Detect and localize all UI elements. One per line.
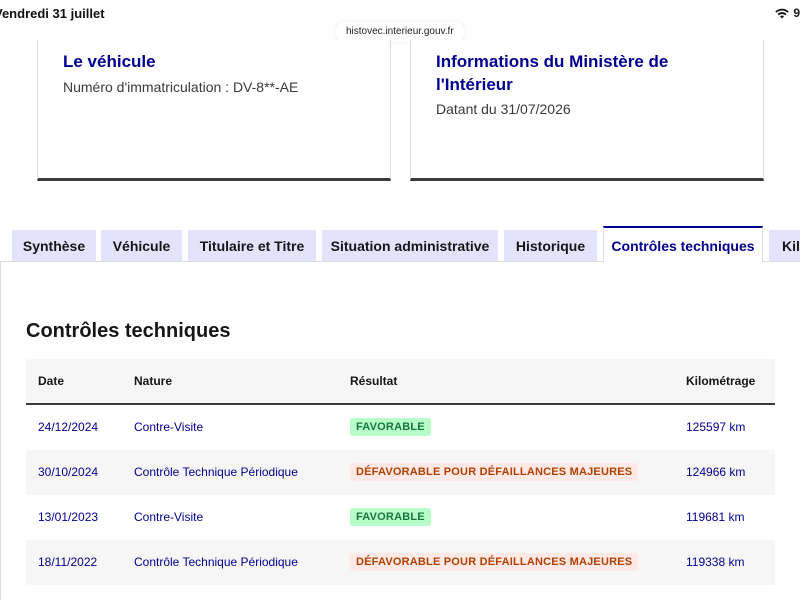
- wifi-icon: [775, 8, 790, 18]
- table-row: 18/11/2022 Contrôle Technique Périodique…: [26, 540, 775, 585]
- controles-table: Date Nature Résultat Kilométrage 24/12/2…: [26, 359, 775, 600]
- table-row: 24/12/2024 Contre-Visite FAVORABLE 12559…: [26, 405, 775, 450]
- header-nature: Nature: [134, 374, 173, 388]
- tab-kilometrage[interactable]: Kil: [769, 230, 800, 261]
- status-badge: FAVORABLE: [350, 418, 431, 436]
- table-row: 30/10/2024 Contrôle Technique Périodique…: [26, 450, 775, 495]
- header-result: Résultat: [350, 374, 398, 388]
- row-result: DÉFAVORABLE POUR DÉFAILLANCES MAJEURES: [350, 463, 639, 481]
- row-km: 119338 km: [686, 555, 745, 569]
- status-badge: DÉFAVORABLE POUR DÉFAILLANCES MAJEURES: [350, 553, 639, 571]
- table-row: 13/01/2023 Contre-Visite FAVORABLE 11968…: [26, 495, 775, 540]
- row-nature: Contrôle Technique Périodique: [134, 555, 298, 569]
- vehicle-card-title[interactable]: Le véhicule: [63, 50, 156, 73]
- table-header: Date Nature Résultat Kilométrage: [26, 359, 775, 405]
- row-result: FAVORABLE: [350, 508, 431, 526]
- ministry-card-date: Datant du 31/07/2026: [436, 101, 571, 117]
- row-date: 18/11/2022: [38, 555, 98, 569]
- tab-list: Synthèse Véhicule Titulaire et Titre Sit…: [0, 226, 800, 263]
- section-title: Contrôles techniques: [26, 320, 231, 342]
- status-date: Vendredi 31 juillet: [0, 6, 105, 21]
- ministry-card-title[interactable]: Informations du Ministère de l'Intérieur: [436, 50, 696, 96]
- row-km: 119681 km: [686, 510, 745, 524]
- row-km: 124966 km: [686, 465, 746, 479]
- ministry-card[interactable]: Informations du Ministère de l'Intérieur…: [410, 40, 764, 181]
- tab-vehicule[interactable]: Véhicule: [101, 230, 182, 261]
- row-date: 13/01/2023: [38, 510, 99, 524]
- row-nature: Contrôle Technique Périodique: [134, 465, 298, 479]
- address-bar[interactable]: histovec.interieur.gouv.fr: [336, 22, 464, 42]
- registration-number: Numéro d'immatriculation : DV-8**-AE: [63, 79, 299, 95]
- row-nature: Contre-Visite: [134, 510, 204, 524]
- row-result: DÉFAVORABLE POUR DÉFAILLANCES MAJEURES: [350, 553, 639, 571]
- header-km: Kilométrage: [686, 374, 756, 388]
- row-date: 30/10/2024: [38, 465, 99, 479]
- tab-situation-administrative[interactable]: Situation administrative: [322, 230, 498, 261]
- row-result: FAVORABLE: [350, 418, 431, 436]
- tab-titulaire-titre[interactable]: Titulaire et Titre: [188, 230, 316, 261]
- table-row-partial: [26, 585, 775, 600]
- status-badge: DÉFAVORABLE POUR DÉFAILLANCES MAJEURES: [350, 463, 639, 481]
- tab-historique[interactable]: Historique: [504, 230, 597, 261]
- tab-controles-techniques[interactable]: Contrôles techniques: [603, 226, 763, 263]
- vehicle-card[interactable]: Le véhicule Numéro d'immatriculation : D…: [37, 40, 391, 181]
- battery-percent: 9: [793, 6, 800, 20]
- row-date: 24/12/2024: [38, 420, 99, 434]
- tab-synthese[interactable]: Synthèse: [12, 230, 96, 261]
- row-nature: Contre-Visite: [134, 420, 204, 434]
- status-indicators: 9: [775, 6, 800, 20]
- row-km: 125597 km: [686, 420, 746, 434]
- header-date: Date: [38, 374, 65, 388]
- status-badge: FAVORABLE: [350, 508, 431, 526]
